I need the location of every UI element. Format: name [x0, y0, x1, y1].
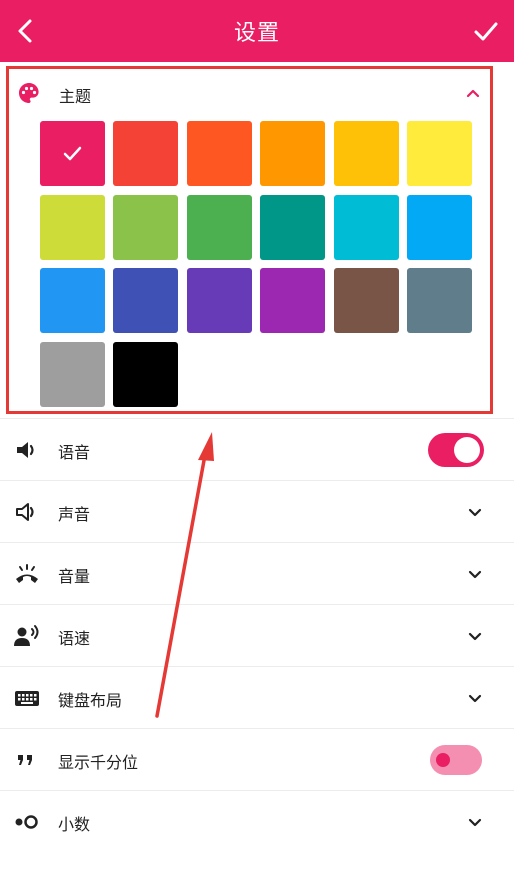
page-title: 设置: [233, 21, 280, 46]
setting-row-volume[interactable]: 音量: [0, 542, 514, 604]
theme-color-swatch[interactable]: [113, 194, 179, 260]
theme-color-swatch[interactable]: [186, 121, 252, 186]
theme-color-swatch[interactable]: [333, 121, 399, 186]
theme-color-swatch[interactable]: [40, 341, 105, 407]
palette-icon: [19, 83, 39, 103]
selected-check-icon: [63, 146, 82, 161]
volume-label: 音量: [58, 567, 91, 586]
format-quote-icon: [18, 755, 32, 765]
chevron-up-icon[interactable]: [464, 85, 482, 103]
theme-color-swatch[interactable]: [407, 194, 472, 260]
theme-section-header[interactable]: 主题: [9, 69, 490, 119]
chevron-down-icon[interactable]: [466, 689, 484, 707]
voice-label: 语音: [58, 443, 91, 462]
toggle-knob: [454, 437, 480, 463]
voice-toggle[interactable]: [428, 433, 484, 467]
toggle-knob: [436, 753, 450, 767]
thousands-separator-label: 显示千分位: [58, 753, 139, 772]
theme-color-swatch[interactable]: [113, 121, 179, 186]
sound-label: 声音: [58, 505, 91, 524]
speaker-icon: [17, 442, 34, 458]
theme-label: 主题: [59, 87, 92, 106]
setting-row-keyboard-layout[interactable]: 键盘布局: [0, 666, 514, 728]
decimal-point-icon: [15, 815, 38, 829]
phone-ringing-icon: [16, 564, 38, 583]
theme-color-swatch[interactable]: [40, 194, 105, 260]
app-header: 设置: [0, 0, 514, 62]
decimal-label: 小数: [58, 815, 91, 834]
theme-color-swatch[interactable]: [260, 194, 326, 260]
keyboard-icon: [15, 691, 39, 706]
setting-row-sound[interactable]: 声音: [0, 480, 514, 542]
theme-color-swatch[interactable]: [333, 194, 399, 260]
speaker-outline-icon: [16, 503, 34, 521]
chevron-down-icon[interactable]: [466, 565, 484, 583]
keyboard-layout-label: 键盘布局: [58, 691, 123, 710]
theme-color-swatch[interactable]: [113, 268, 179, 333]
back-icon[interactable]: [10, 15, 42, 47]
theme-color-swatch[interactable]: [40, 121, 105, 186]
setting-row-voice[interactable]: 语音: [0, 418, 514, 480]
setting-row-thousands-separator[interactable]: 显示千分位: [0, 728, 514, 790]
theme-color-swatch[interactable]: [407, 268, 472, 333]
theme-color-swatch[interactable]: [186, 194, 252, 260]
setting-row-speech-rate[interactable]: 语速: [0, 604, 514, 666]
person-speaking-icon: [14, 625, 39, 646]
chevron-down-icon[interactable]: [466, 627, 484, 645]
theme-color-swatch[interactable]: [40, 268, 105, 333]
theme-color-swatch[interactable]: [260, 121, 326, 186]
chevron-down-icon[interactable]: [466, 503, 484, 521]
setting-row-decimal[interactable]: 小数: [0, 790, 514, 852]
chevron-down-icon[interactable]: [466, 813, 484, 831]
theme-color-swatch[interactable]: [113, 341, 179, 407]
theme-color-swatch[interactable]: [260, 268, 326, 333]
theme-color-swatch[interactable]: [407, 121, 472, 186]
speech-rate-label: 语速: [58, 629, 91, 648]
theme-color-swatch[interactable]: [333, 268, 399, 333]
check-icon[interactable]: [470, 15, 502, 47]
theme-color-swatch[interactable]: [186, 268, 252, 333]
thousands-separator-toggle[interactable]: [430, 745, 482, 775]
theme-section: 主题: [6, 66, 493, 414]
